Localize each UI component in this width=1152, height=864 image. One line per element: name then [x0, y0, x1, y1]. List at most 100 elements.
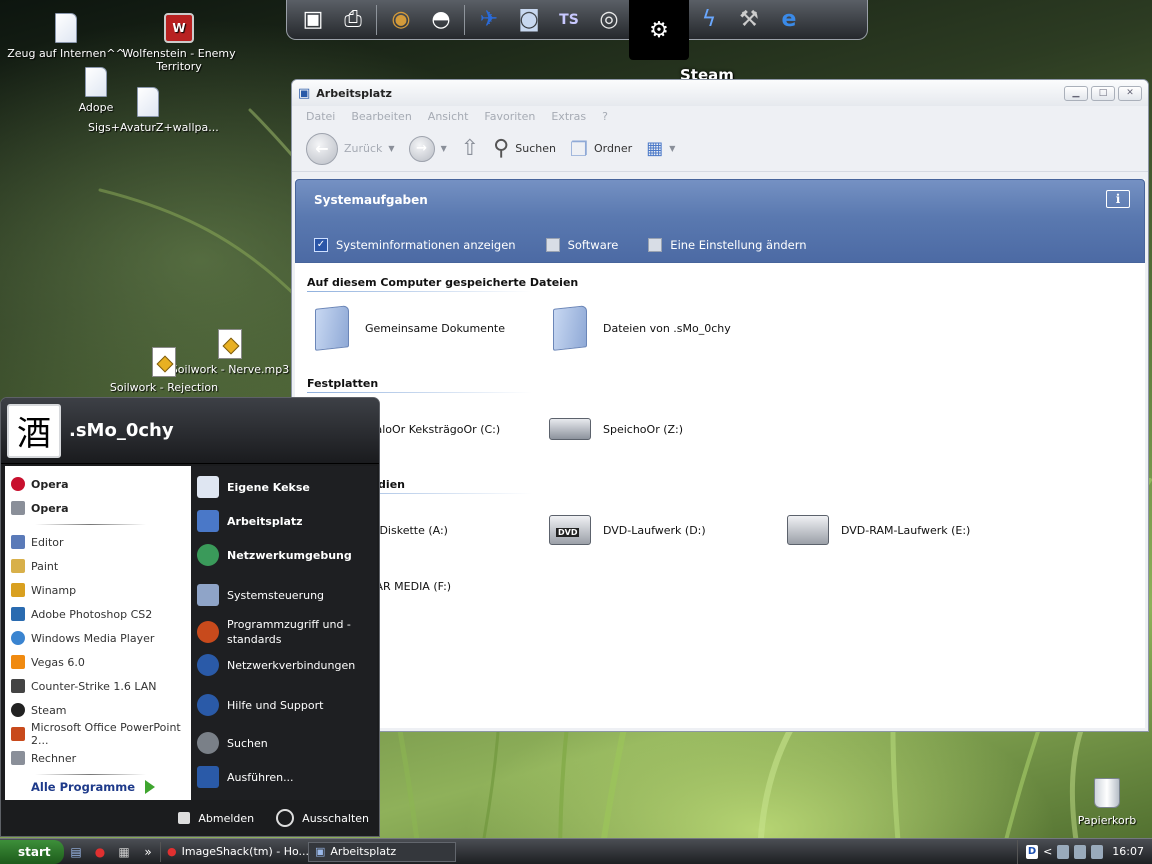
program-photoshop[interactable]: Adobe Photoshop CS2 [5, 602, 191, 626]
run-icon [197, 766, 219, 788]
wolfenstein-icon: W [164, 13, 194, 43]
start-menu-places: Eigene Kekse Arbeitsplatz Netzwerkumgebu… [191, 466, 377, 800]
item-dvd-d[interactable]: DVD DVD-Laufwerk (D:) [549, 509, 706, 551]
calculator-icon [11, 751, 25, 765]
close-button[interactable]: ✕ [1118, 85, 1142, 101]
place-label: Programmzugriff und -standards [227, 618, 351, 646]
program-label: Winamp [31, 583, 77, 597]
opera-icon: ● [167, 845, 177, 858]
lightning-icon[interactable]: ϟ [689, 1, 729, 39]
headphones-icon[interactable] [1091, 844, 1104, 859]
search-icon: ⚲ [493, 136, 510, 161]
winamp-icon [11, 583, 25, 597]
steam-icon[interactable]: ⚙ [629, 0, 689, 60]
item-dvd-ram-e[interactable]: DVD-RAM-Laufwerk (E:) [787, 509, 970, 551]
maximize-button[interactable]: □ [1091, 85, 1115, 101]
opera-icon[interactable]: ● [88, 842, 112, 862]
tool-icon[interactable]: ⚒ [729, 1, 769, 39]
recycle-bin[interactable]: Papierkorb [1072, 778, 1142, 827]
task-software[interactable]: Software [545, 238, 618, 252]
folders-label: Ordner [593, 142, 633, 155]
back-button[interactable]: ← Zurück ▼ [302, 131, 399, 167]
menu-help[interactable]: ? [602, 110, 608, 123]
info-icon[interactable]: i [1106, 190, 1130, 208]
clock[interactable]: 16:07 [1112, 845, 1144, 858]
program-opera-mail[interactable]: Opera [5, 496, 191, 520]
forward-button[interactable]: → ▼ [405, 131, 451, 167]
desktop-icon-wolfenstein[interactable]: W Wolfenstein - Enemy Territory [119, 12, 239, 73]
system-tray: D < 16:07 [1017, 839, 1152, 864]
task-arbeitsplatz[interactable]: ▣ Arbeitsplatz [308, 841, 456, 862]
task-label: Arbeitsplatz [330, 845, 397, 858]
program-winamp[interactable]: Winamp [5, 578, 191, 602]
menu-datei[interactable]: Datei [306, 110, 335, 123]
task-imageshack[interactable]: ● ImageShack(tm) - Ho... [160, 841, 308, 862]
program-calculator[interactable]: Rechner [5, 746, 191, 770]
folders-button[interactable]: ❐ Ordner [566, 131, 636, 167]
place-my-computer[interactable]: Arbeitsplatz [191, 504, 377, 538]
menu-favoriten[interactable]: Favoriten [484, 110, 535, 123]
place-network-connections[interactable]: Netzwerkverbindungen [191, 648, 377, 682]
program-counter-strike[interactable]: Counter-Strike 1.6 LAN [5, 674, 191, 698]
all-programs-button[interactable]: Alle Programme [31, 780, 156, 794]
program-opera[interactable]: Opera [5, 472, 191, 496]
place-run[interactable]: Ausführen... [191, 760, 377, 794]
desktop-icon[interactable]: ▤ [64, 842, 88, 862]
place-control-panel[interactable]: Systemsteuerung [191, 574, 377, 616]
place-program-access[interactable]: Programmzugriff und -standards [191, 616, 377, 648]
minimize-button[interactable]: ▁ [1064, 85, 1088, 101]
item-user-files[interactable]: Dateien von .sMo_0chy [549, 305, 731, 351]
shutdown-button[interactable]: Ausschalten [276, 809, 369, 827]
helmet-icon[interactable]: ◓ [421, 1, 461, 39]
window-content: Systemaufgaben i ✓ Systeminformationen a… [295, 179, 1145, 728]
menu-bearbeiten[interactable]: Bearbeiten [351, 110, 411, 123]
place-my-documents[interactable]: Eigene Kekse [191, 470, 377, 504]
logoff-button[interactable]: Abmelden [178, 812, 254, 825]
task-system-info[interactable]: ✓ Systeminformationen anzeigen [314, 238, 516, 252]
network-icon[interactable] [1057, 844, 1070, 859]
language-indicator[interactable]: D [1026, 844, 1039, 859]
taskbar: start ▤ ● ▦ » ● ImageShack(tm) - Ho... ▣… [0, 838, 1152, 864]
program-label: Opera [31, 477, 69, 491]
window-titlebar[interactable]: ▣ Arbeitsplatz ▁ □ ✕ [292, 80, 1148, 106]
menu-extras[interactable]: Extras [551, 110, 586, 123]
place-label: Eigene Kekse [227, 480, 310, 494]
avatar[interactable]: 酒 [7, 403, 61, 458]
cd-icon[interactable]: ◎ [589, 1, 629, 39]
start-button[interactable]: start [0, 839, 64, 864]
more-icon[interactable]: » [136, 842, 160, 862]
computer-icon[interactable]: ▣ [293, 1, 333, 39]
search-button[interactable]: ⚲ Suchen [489, 131, 560, 167]
program-label: Counter-Strike 1.6 LAN [31, 679, 157, 693]
task-change-setting[interactable]: Eine Einstellung ändern [648, 238, 807, 252]
messenger-icon[interactable]: ✈ [469, 1, 509, 39]
desktop-icon-sigs[interactable]: Sigs+AvaturZ+wallpa... [88, 86, 219, 134]
program-powerpoint[interactable]: Microsoft Office PowerPoint 2... [5, 721, 191, 747]
place-search[interactable]: Suchen [191, 726, 377, 760]
program-label: Opera [31, 501, 69, 515]
place-network[interactable]: Netzwerkumgebung [191, 538, 377, 572]
dvd-drive-icon: DVD [549, 515, 591, 545]
program-steam[interactable]: Steam [5, 698, 191, 722]
camera-icon[interactable]: ◙ [509, 1, 549, 39]
calculator-icon[interactable]: ▦ [112, 842, 136, 862]
program-paint[interactable]: Paint [5, 554, 191, 578]
scanner-icon[interactable]: ⎙ [333, 1, 373, 39]
volume-icon[interactable] [1074, 844, 1087, 859]
tvs-icon[interactable]: TS [549, 1, 589, 39]
program-media-player[interactable]: Windows Media Player [5, 626, 191, 650]
up-button[interactable]: ⇧ [457, 131, 483, 167]
program-editor[interactable]: Editor [5, 530, 191, 554]
program-vegas[interactable]: Vegas 6.0 [5, 650, 191, 674]
ie-icon[interactable]: e [769, 1, 809, 39]
checkmark-icon: ✓ [314, 238, 328, 252]
eye-icon[interactable]: ◉ [381, 1, 421, 39]
place-help[interactable]: Hilfe und Support [191, 684, 377, 726]
menu-ansicht[interactable]: Ansicht [428, 110, 469, 123]
desktop-icon-soilwork-rejection[interactable]: Soilwork - Rejection [104, 346, 224, 394]
tray-expand-icon[interactable]: < [1043, 845, 1052, 858]
views-button[interactable]: ▦ ▼ [642, 131, 679, 167]
desktop-icon-zeug[interactable]: Zeug auf Internen^^ [6, 12, 126, 60]
item-shared-documents[interactable]: Gemeinsame Dokumente [311, 305, 505, 351]
item-drive-z[interactable]: SpeichoOr (Z:) [549, 408, 683, 450]
